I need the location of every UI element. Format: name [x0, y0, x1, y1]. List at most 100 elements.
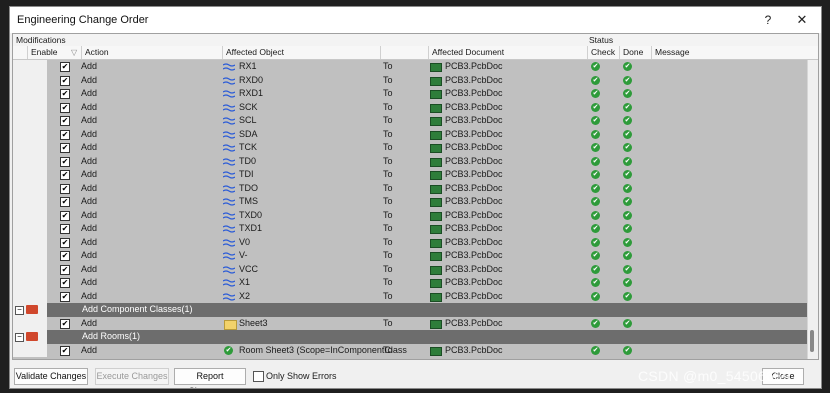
table-row[interactable]: ✔ Add RX1 To PCB3.PcbDoc ✔ ✔ — [13, 60, 809, 74]
help-button[interactable]: ? — [757, 10, 779, 30]
affected-document-cell: PCB3.PcbDoc — [445, 115, 503, 125]
affected-object-cell: SCL — [239, 115, 257, 125]
filter-icon[interactable]: ▽ — [71, 46, 77, 59]
action-cell: Add — [81, 128, 98, 139]
enable-checkbox[interactable]: ✔ — [60, 197, 70, 207]
enable-checkbox[interactable]: ✔ — [60, 224, 70, 234]
table-row[interactable]: ✔ Add TMS To PCB3.PcbDoc ✔ ✔ — [13, 195, 809, 209]
table-row[interactable]: ✔ Add SDA To PCB3.PcbDoc ✔ ✔ — [13, 127, 809, 141]
action-cell: Add — [81, 61, 98, 71]
table-row[interactable]: ✔ Add TDI To PCB3.PcbDoc ✔ ✔ — [13, 168, 809, 182]
row-indent — [13, 141, 47, 155]
affected-document-cell: PCB3.PcbDoc — [445, 317, 503, 328]
only-show-errors-label[interactable]: Only Show Errors — [266, 371, 337, 381]
to-cell: To — [383, 209, 393, 220]
table-row[interactable]: ✔ Add TCK To PCB3.PcbDoc ✔ ✔ — [13, 141, 809, 155]
folder-icon — [26, 332, 38, 341]
validate-changes-button[interactable]: Validate Changes — [14, 368, 88, 385]
net-icon — [222, 63, 236, 71]
check-status-icon: ✔ — [591, 129, 600, 139]
check-status-icon: ✔ — [591, 345, 600, 355]
table-row[interactable]: ✔ Add TD0 To PCB3.PcbDoc ✔ ✔ — [13, 154, 809, 168]
table-row[interactable]: ✔ Add RXD1 To PCB3.PcbDoc ✔ ✔ — [13, 87, 809, 101]
close-icon[interactable]: ✕ — [791, 10, 813, 30]
group-row-rooms[interactable]: − Add Rooms(1) — [13, 330, 809, 344]
enable-checkbox[interactable]: ✔ — [60, 116, 70, 126]
action-cell: Add — [81, 236, 98, 247]
affected-document-cell: PCB3.PcbDoc — [445, 101, 503, 112]
to-cell: To — [383, 182, 393, 193]
col-to[interactable] — [380, 46, 428, 59]
table-row[interactable]: ✔ Add SCK To PCB3.PcbDoc ✔ ✔ — [13, 100, 809, 114]
net-icon — [222, 198, 236, 206]
table-row[interactable]: ✔ Add VCC To PCB3.PcbDoc ✔ ✔ — [13, 262, 809, 276]
collapse-icon[interactable]: − — [15, 306, 24, 315]
scrollbar-thumb[interactable] — [810, 330, 814, 352]
pcb-doc-icon — [430, 292, 442, 302]
row-indent — [13, 87, 47, 101]
pcb-doc-icon — [430, 198, 442, 207]
table-row[interactable]: ✔ Add SCL To PCB3.PcbDoc ✔ ✔ — [13, 114, 809, 128]
to-cell: To — [383, 101, 393, 112]
enable-checkbox[interactable]: ✔ — [60, 291, 70, 302]
execute-changes-button[interactable]: Execute Changes — [95, 368, 169, 385]
enable-checkbox[interactable]: ✔ — [60, 143, 70, 153]
report-changes-button[interactable]: Report Changes... — [174, 368, 246, 388]
enable-checkbox[interactable]: ✔ — [60, 183, 70, 194]
row-indent — [13, 289, 47, 303]
enable-checkbox[interactable]: ✔ — [60, 102, 70, 113]
table-row[interactable]: ✔ Add X2 To PCB3.PcbDoc ✔ ✔ — [13, 289, 809, 303]
changes-grid: Modifications Status Enable ▽ Action Aff… — [12, 33, 819, 360]
group-row-component-classes[interactable]: − Add Component Classes(1) — [13, 303, 809, 317]
action-cell: Add — [81, 155, 98, 166]
affected-document-cell: PCB3.PcbDoc — [445, 61, 503, 71]
to-cell: To — [383, 88, 393, 98]
table-row[interactable]: ✔ Add Sheet3 To PCB3.PcbDoc ✔ ✔ — [13, 316, 809, 330]
table-row[interactable]: ✔ Add V0 To PCB3.PcbDoc ✔ ✔ — [13, 235, 809, 249]
enable-checkbox[interactable]: ✔ — [60, 170, 70, 180]
net-icon — [222, 103, 236, 112]
affected-object-cell: Sheet3 — [239, 317, 268, 328]
enable-checkbox[interactable]: ✔ — [60, 345, 70, 356]
enable-checkbox[interactable]: ✔ — [60, 251, 70, 261]
enable-checkbox[interactable]: ✔ — [60, 62, 70, 72]
eco-dialog: Engineering Change Order ? ✕ Modificatio… — [9, 6, 822, 389]
enable-checkbox[interactable]: ✔ — [60, 318, 70, 329]
affected-document-cell: PCB3.PcbDoc — [445, 250, 503, 260]
table-row[interactable]: ✔ Add X1 To PCB3.PcbDoc ✔ ✔ — [13, 276, 809, 290]
check-status-icon: ✔ — [591, 251, 600, 260]
only-show-errors-checkbox[interactable] — [253, 371, 264, 382]
table-row[interactable]: ✔ Add RXD0 To PCB3.PcbDoc ✔ ✔ — [13, 73, 809, 87]
enable-checkbox[interactable]: ✔ — [60, 129, 70, 140]
enable-checkbox[interactable]: ✔ — [60, 156, 70, 167]
col-affected-document[interactable]: Affected Document — [428, 46, 587, 59]
watermark: CSDN @m0_54506689 — [638, 368, 791, 384]
enable-checkbox[interactable]: ✔ — [60, 89, 70, 99]
vertical-scrollbar[interactable] — [807, 60, 818, 359]
collapse-icon[interactable]: − — [15, 333, 24, 342]
enable-checkbox[interactable]: ✔ — [60, 237, 70, 248]
col-action[interactable]: Action — [81, 46, 222, 59]
table-row[interactable]: ✔ Add TDO To PCB3.PcbDoc ✔ ✔ — [13, 181, 809, 195]
enable-checkbox[interactable]: ✔ — [60, 75, 70, 86]
col-affected-object[interactable]: Affected Object — [222, 46, 380, 59]
enable-checkbox[interactable]: ✔ — [60, 278, 70, 288]
pcb-doc-icon — [430, 130, 442, 140]
affected-object-cell: V- — [239, 250, 248, 260]
action-cell: Add — [81, 169, 98, 179]
table-row[interactable]: ✔ Add V- To PCB3.PcbDoc ✔ ✔ — [13, 249, 809, 263]
pcb-doc-icon — [430, 225, 442, 234]
col-enable[interactable]: Enable ▽ — [27, 46, 81, 59]
to-cell: To — [383, 74, 393, 85]
affected-document-cell: PCB3.PcbDoc — [445, 263, 503, 274]
table-row[interactable]: ✔ Add ✔ Room Sheet3 (Scope=InComponentClass… — [13, 343, 809, 357]
col-done[interactable]: Done — [619, 46, 651, 59]
enable-checkbox[interactable]: ✔ — [60, 210, 70, 221]
action-cell: Add — [81, 101, 98, 112]
table-row[interactable]: ✔ Add TXD1 To PCB3.PcbDoc ✔ ✔ — [13, 222, 809, 236]
enable-checkbox[interactable]: ✔ — [60, 264, 70, 275]
col-message[interactable]: Message — [651, 46, 809, 59]
table-row[interactable]: ✔ Add TXD0 To PCB3.PcbDoc ✔ ✔ — [13, 208, 809, 222]
done-status-icon: ✔ — [623, 251, 632, 260]
col-check[interactable]: Check — [587, 46, 619, 59]
